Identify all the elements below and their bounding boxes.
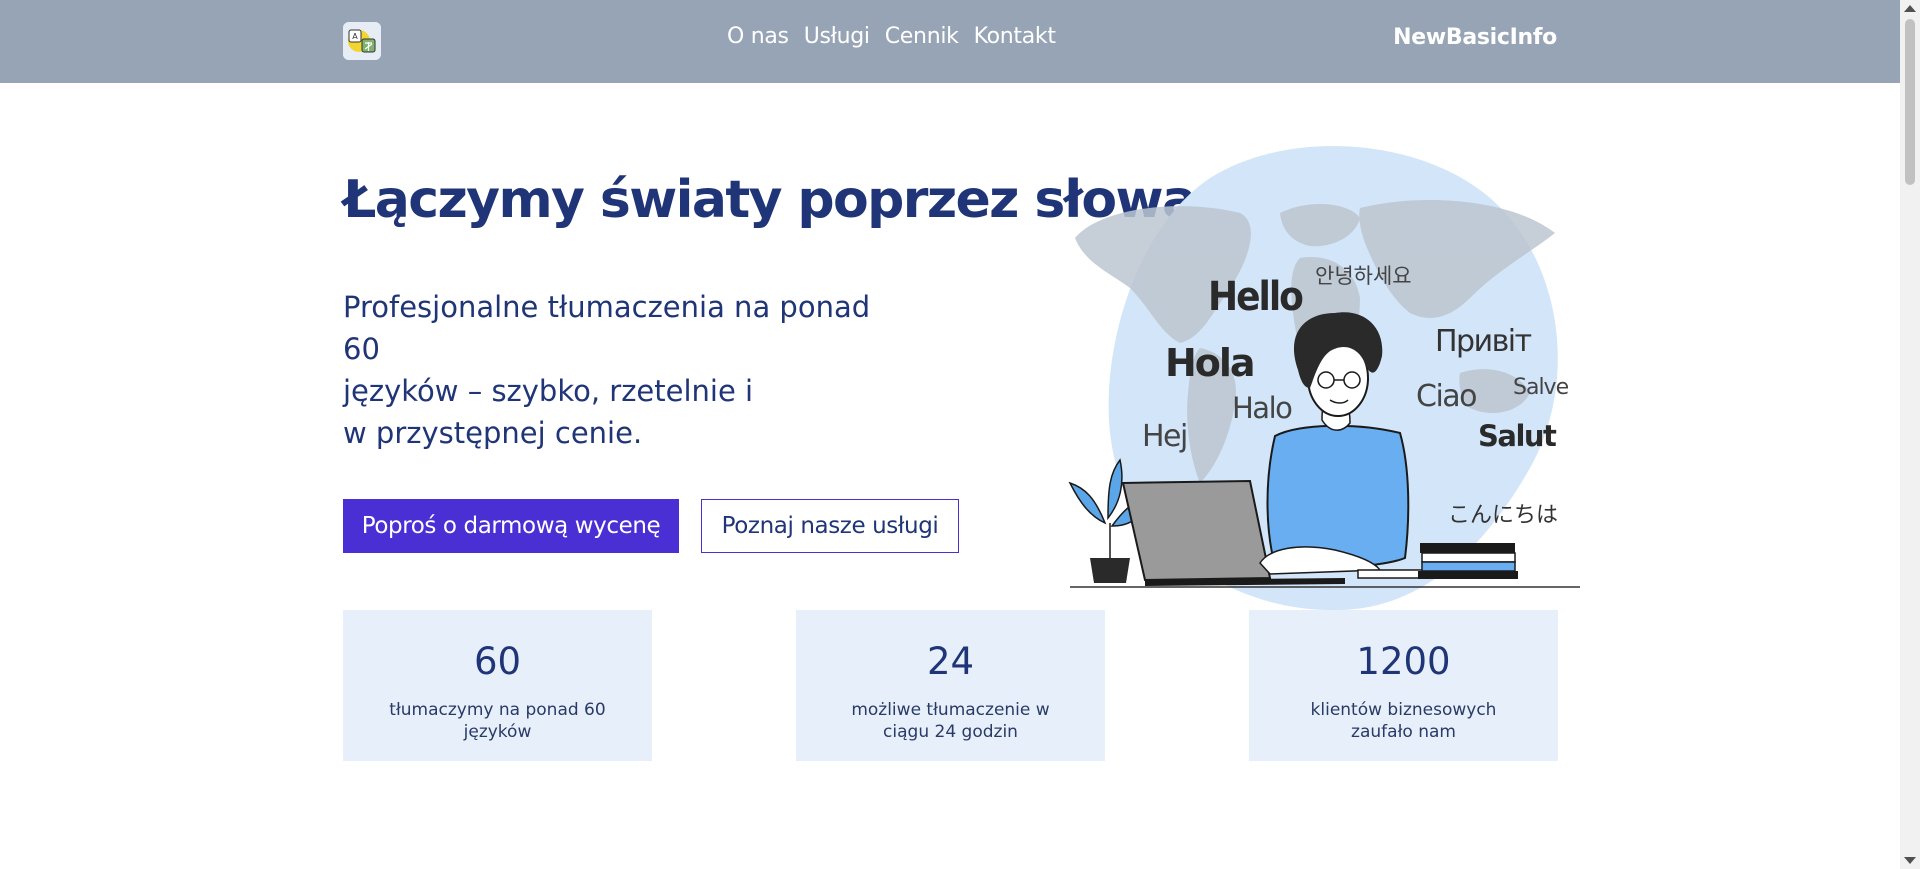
translator-illustration: 안녕하세요 Hello Hola Привіт Halo Ciao Salve …: [1068, 145, 1580, 611]
greeting-ciao: Ciao: [1416, 379, 1476, 414]
services-button[interactable]: Poznaj nasze usługi: [701, 499, 959, 553]
nav-links: O nas Usługi Cennik Kontakt: [727, 24, 1056, 49]
greeting-hej: Hej: [1142, 419, 1187, 454]
stat-label: możliwe tłumaczenie w ciągu 24 godzin: [851, 700, 1050, 742]
greeting-hello: Hello: [1208, 274, 1303, 320]
stat-number: 60: [473, 640, 522, 683]
nav-link-services[interactable]: Usługi: [804, 24, 870, 49]
stat-card-hours: 24 możliwe tłumaczenie w ciągu 24 godzin: [796, 610, 1105, 761]
greeting-salut: Salut: [1478, 419, 1557, 453]
nav-link-contact[interactable]: Kontakt: [974, 24, 1056, 49]
translate-logo-icon: A: [343, 22, 381, 60]
hero-subtitle: Profesjonalne tłumaczenia na ponad 60 ję…: [343, 286, 983, 454]
hero-subtitle-line: 60: [343, 332, 380, 366]
greeting-hola: Hola: [1165, 341, 1254, 385]
svg-text:A: A: [352, 32, 358, 41]
greeting-korean: 안녕하세요: [1315, 264, 1412, 288]
hero-subtitle-line: Profesjonalne tłumaczenia na ponad: [343, 290, 871, 324]
page-scrollbar[interactable]: [1900, 0, 1920, 869]
scroll-up-arrow-icon[interactable]: [1904, 5, 1916, 12]
hero-subtitle-line: języków – szybko, rzetelnie i: [343, 374, 754, 408]
stat-label: klientów biznesowych zaufało nam: [1310, 700, 1497, 742]
free-quote-button[interactable]: Poproś o darmową wycenę: [343, 499, 679, 553]
greeting-halo: Halo: [1232, 391, 1292, 425]
nav-link-pricing[interactable]: Cennik: [885, 24, 959, 49]
stat-card-clients: 1200 klientów biznesowych zaufało nam: [1249, 610, 1558, 761]
logo[interactable]: A: [343, 22, 381, 60]
greeting-japanese: こんにちは: [1448, 503, 1558, 528]
stat-number: 1200: [1356, 640, 1451, 683]
greeting-privit: Привіт: [1435, 324, 1532, 359]
stat-label: tłumaczymy na ponad 60 języków: [389, 700, 606, 742]
scrollbar-thumb[interactable]: [1905, 19, 1915, 185]
brand-name[interactable]: NewBasicInfo: [1393, 25, 1557, 50]
navbar: A O nas Usługi Cennik Kontakt NewBasicIn…: [0, 0, 1900, 83]
nav-link-about[interactable]: O nas: [727, 24, 789, 49]
stat-card-languages: 60 tłumaczymy na ponad 60 języków: [343, 610, 652, 761]
stat-number: 24: [926, 640, 975, 683]
hero-subtitle-line: w przystępnej cenie.: [343, 416, 643, 450]
greeting-salve: Salve: [1513, 375, 1569, 400]
scroll-down-arrow-icon[interactable]: [1904, 857, 1916, 864]
